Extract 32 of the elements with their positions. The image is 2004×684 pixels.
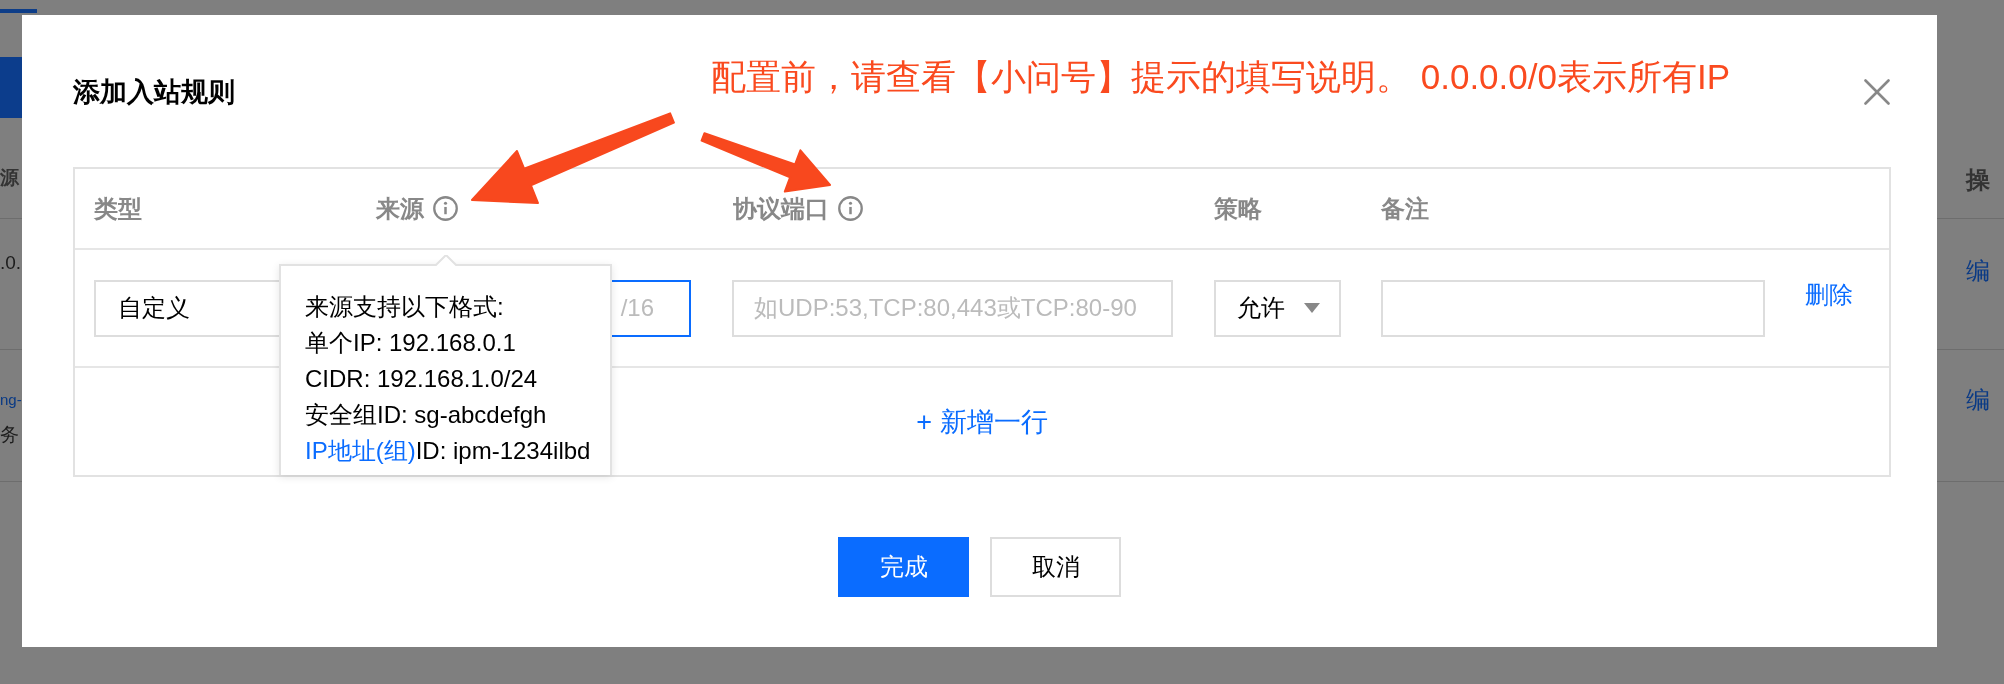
caret-icon	[1304, 303, 1320, 313]
cell-text: .0.	[0, 251, 22, 275]
delete-link[interactable]: 删除	[1805, 280, 1853, 310]
column-header: 操	[1966, 168, 1990, 192]
confirm-button[interactable]: 完成	[838, 537, 969, 597]
link[interactable]: ng-	[0, 388, 22, 412]
remark-input[interactable]	[1381, 279, 1765, 337]
tooltip-text: CIDR: 192.168.1.0/24	[305, 364, 538, 394]
column-header: 协议端口	[733, 193, 829, 224]
column-header: 来源	[376, 193, 424, 224]
cancel-button[interactable]: 取消	[990, 537, 1121, 597]
column-header: 源	[0, 166, 19, 190]
column-header: 类型	[94, 193, 142, 224]
add-row-link[interactable]: + 新增一行	[916, 404, 1048, 439]
info-icon[interactable]	[433, 196, 458, 221]
tooltip-text: IP地址(组)ID: ipm-1234ilbd	[305, 436, 591, 466]
tooltip-text: 单个IP: 192.168.0.1	[305, 328, 516, 358]
annotation-text: 配置前，请查看【小问号】提示的填写说明。 0.0.0.0/0表示所有IP	[711, 56, 1731, 98]
link[interactable]: IP地址(组)	[305, 437, 416, 464]
link[interactable]: 编	[1966, 388, 1990, 412]
column-header: 备注	[1381, 193, 1429, 224]
tooltip-text: 安全组ID: sg-abcdefgh	[305, 400, 547, 430]
info-icon[interactable]	[838, 196, 863, 221]
column-header: 策略	[1214, 193, 1262, 224]
dialog-title: 添加入站规则	[73, 76, 235, 108]
tab-underline	[0, 9, 37, 13]
tooltip-text: 来源支持以下格式:	[305, 292, 504, 322]
port-input[interactable]: 如UDP:53,TCP:80,443或TCP:80-90	[732, 279, 1173, 337]
policy-select[interactable]: 允许	[1214, 279, 1341, 337]
link[interactable]: 编	[1966, 259, 1990, 283]
close-icon[interactable]	[1864, 79, 1890, 105]
cell-text: 务	[0, 423, 19, 447]
